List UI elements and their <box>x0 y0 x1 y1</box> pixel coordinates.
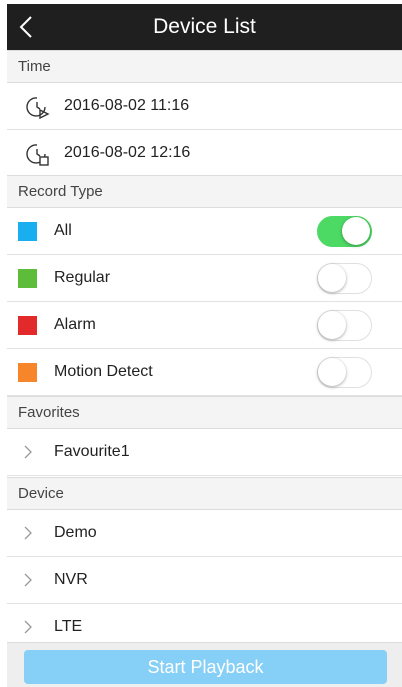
chevron-right-icon <box>24 573 32 587</box>
toggle-knob <box>318 311 346 339</box>
toggle-knob <box>342 217 370 245</box>
motion-detect-color-swatch <box>18 363 37 382</box>
end-time-value: 2016-08-02 12:16 <box>64 144 191 161</box>
all-toggle[interactable] <box>317 216 372 247</box>
clock-stop-icon <box>26 144 49 166</box>
record-type-label: Regular <box>54 269 111 286</box>
chevron-right-icon <box>24 620 32 634</box>
regular-color-swatch <box>18 269 37 288</box>
section-header-time: Time <box>7 50 402 83</box>
chevron-right-icon <box>24 526 32 540</box>
device-list-screen: Device List Time 2016-08-02 11:16 2016-0… <box>0 0 402 687</box>
device-item-demo[interactable]: Demo <box>7 510 402 557</box>
chevron-right-icon <box>24 445 32 459</box>
nav-bar: Device List <box>7 4 402 50</box>
alarm-color-swatch <box>18 316 37 335</box>
record-type-label: Alarm <box>54 316 96 333</box>
record-type-row-alarm[interactable]: Alarm <box>7 302 402 349</box>
favorite-label: Favourite1 <box>54 443 130 460</box>
section-header-favorites: Favorites <box>7 396 402 429</box>
record-type-row-all[interactable]: All <box>7 208 402 255</box>
favorite-item-favourite1[interactable]: Favourite1 <box>7 429 402 476</box>
footer-bar: Start Playback <box>7 642 402 687</box>
start-time-value: 2016-08-02 11:16 <box>64 97 190 114</box>
record-type-label: Motion Detect <box>54 363 153 380</box>
section-header-record-type: Record Type <box>7 175 402 208</box>
regular-toggle[interactable] <box>317 263 372 294</box>
start-time-row[interactable]: 2016-08-02 11:16 <box>7 83 402 130</box>
clock-play-icon <box>26 97 50 120</box>
record-type-row-motion-detect[interactable]: Motion Detect <box>7 349 402 396</box>
end-time-row[interactable]: 2016-08-02 12:16 <box>7 130 402 177</box>
motion-detect-toggle[interactable] <box>317 357 372 388</box>
toggle-knob <box>318 264 346 292</box>
record-type-label: All <box>54 222 72 239</box>
page-title: Device List <box>153 15 256 38</box>
section-header-device: Device <box>7 477 402 510</box>
start-playback-button[interactable]: Start Playback <box>24 650 387 684</box>
device-label: NVR <box>54 571 88 588</box>
all-color-swatch <box>18 222 37 241</box>
device-item-nvr[interactable]: NVR <box>7 557 402 604</box>
record-type-row-regular[interactable]: Regular <box>7 255 402 302</box>
toggle-knob <box>318 358 346 386</box>
alarm-toggle[interactable] <box>317 310 372 341</box>
device-label: Demo <box>54 524 97 541</box>
